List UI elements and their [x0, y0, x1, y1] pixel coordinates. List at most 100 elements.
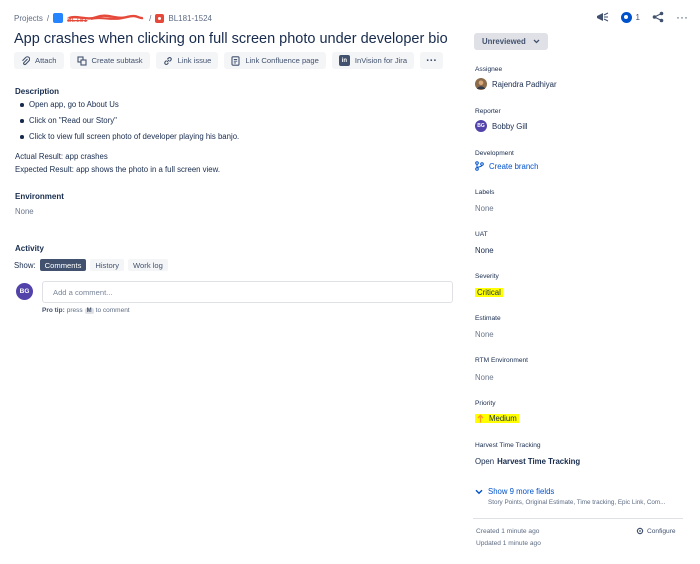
harvest-name: Harvest Time Tracking	[497, 457, 581, 466]
harvest-open-link[interactable]: Open Harvest Time Tracking	[475, 457, 580, 466]
redaction-scribble	[68, 14, 144, 20]
actual-result: Actual Result: app crashes	[15, 152, 108, 161]
assignee-label: Assignee	[475, 66, 503, 73]
assignee-name: Rajendra Padhiyar	[492, 79, 557, 89]
severity-value: Critical	[475, 288, 503, 297]
feedback-megaphone-icon[interactable]	[596, 11, 609, 23]
configure-label: Configure	[647, 527, 676, 535]
invision-button[interactable]: in InVision for Jira	[331, 52, 415, 69]
activity-heading: Activity	[15, 244, 44, 253]
status-label: Unreviewed	[482, 37, 526, 46]
priority-highlight: Medium	[475, 414, 519, 423]
tab-history[interactable]: History	[90, 259, 125, 271]
comment-placeholder: Add a comment...	[53, 287, 113, 297]
create-subtask-label: Create subtask	[91, 56, 143, 65]
uat-label: UAT	[475, 231, 488, 238]
reporter-field[interactable]: BG Bobby Gill	[475, 120, 528, 132]
watch-count: 1	[635, 12, 640, 22]
arrow-up-icon	[477, 414, 484, 423]
list-item: Open app, go to About Us	[15, 97, 239, 113]
bug-icon	[155, 13, 165, 23]
link-confluence-label: Link Confluence page	[245, 56, 319, 65]
severity-label: Severity	[475, 273, 499, 280]
reporter-label: Reporter	[475, 108, 501, 115]
branch-icon	[475, 161, 484, 171]
breadcrumb-issue-key[interactable]: BL181-1524	[168, 14, 212, 23]
link-icon	[163, 56, 172, 65]
chevron-down-icon	[533, 39, 540, 44]
environment-value[interactable]: None	[15, 207, 34, 216]
eye-icon	[620, 11, 632, 23]
pro-tip-suffix: to comment	[95, 307, 130, 314]
issue-toolbar: Attach Create subtask Link issue Link Co…	[14, 52, 444, 69]
breadcrumb-projects[interactable]: Projects	[14, 14, 43, 23]
avatar: BG	[475, 120, 487, 132]
share-icon[interactable]	[652, 11, 664, 23]
assignee-field[interactable]: Rajendra Padhiyar	[475, 78, 557, 90]
pro-tip: Pro tip: press M to comment	[42, 307, 130, 314]
attach-button[interactable]: Attach	[14, 52, 64, 69]
show-more-fields-label: Show 9 more fields	[488, 487, 555, 496]
environment-heading: Environment	[15, 192, 64, 201]
link-confluence-button[interactable]: Link Confluence page	[224, 52, 326, 69]
reporter-name: Bobby Gill	[492, 121, 528, 131]
rtm-environment-label: RTM Environment	[475, 357, 529, 364]
redacted-project-name[interactable]: BL181	[67, 14, 145, 24]
more-actions-icon[interactable]: ···	[676, 11, 688, 23]
pro-tip-prefix: Pro tip:	[42, 307, 65, 314]
harvest-label: Harvest Time Tracking	[475, 442, 541, 449]
list-item: Click on "Read our Story"	[15, 113, 239, 129]
labels-value[interactable]: None	[475, 204, 494, 213]
description-heading: Description	[15, 87, 60, 96]
uat-value[interactable]: None	[475, 246, 494, 255]
breadcrumb-separator: /	[46, 13, 50, 23]
attach-label: Attach	[35, 56, 57, 65]
estimate-label: Estimate	[475, 315, 501, 322]
status-dropdown[interactable]: Unreviewed	[474, 33, 548, 50]
issue-title[interactable]: App crashes when clicking on full screen…	[14, 31, 448, 47]
configure-button[interactable]: Configure	[636, 527, 676, 535]
tab-work-log[interactable]: Work log	[128, 259, 168, 271]
sidebar-divider	[473, 518, 683, 519]
avatar: BG	[16, 283, 33, 300]
expected-result: Expected Result: app shows the photo in …	[15, 165, 221, 174]
link-issue-label: Link issue	[177, 56, 212, 65]
priority-field[interactable]: Medium	[475, 414, 519, 423]
create-branch-link[interactable]: Create branch	[475, 161, 538, 171]
rtm-environment-value[interactable]: None	[475, 373, 494, 382]
page-icon	[231, 55, 240, 66]
assignee-avatar	[475, 78, 487, 90]
updated-timestamp: Updated 1 minute ago	[476, 540, 541, 547]
labels-label: Labels	[475, 189, 495, 196]
issue-header-actions: 1 ···	[596, 9, 688, 25]
breadcrumb-separator: /	[149, 13, 152, 23]
create-branch-label: Create branch	[489, 161, 539, 171]
comment-input[interactable]: Add a comment...	[42, 281, 453, 303]
priority-label: Priority	[475, 400, 496, 407]
show-more-fields-button[interactable]: Show 9 more fields	[475, 487, 554, 496]
keyboard-shortcut: M	[84, 307, 94, 314]
toolbar-more-button[interactable]: ···	[420, 52, 444, 69]
severity-field[interactable]: Critical	[475, 288, 503, 297]
gear-icon	[636, 527, 644, 535]
created-timestamp: Created 1 minute ago	[476, 528, 540, 535]
ellipsis-icon: ···	[426, 54, 438, 67]
subtask-icon	[76, 55, 87, 66]
paperclip-icon	[22, 55, 30, 65]
priority-value: Medium	[489, 414, 517, 423]
estimate-value[interactable]: None	[475, 330, 494, 339]
more-fields-summary: Story Points, Original Estimate, Time tr…	[488, 499, 666, 506]
link-issue-button[interactable]: Link issue	[155, 52, 219, 69]
harvest-prefix: Open	[475, 457, 495, 466]
show-label: Show:	[14, 260, 36, 270]
tab-comments[interactable]: Comments	[39, 259, 87, 271]
chevron-down-icon	[475, 489, 483, 494]
watch-button[interactable]: 1	[620, 11, 640, 23]
breadcrumb: Projects / BL181 / BL181-1524	[14, 11, 212, 25]
create-subtask-button[interactable]: Create subtask	[69, 52, 150, 69]
description-steps[interactable]: Open app, go to About Us Click on "Read …	[15, 97, 239, 145]
project-icon	[53, 13, 64, 23]
list-item: Click to view full screen photo of devel…	[15, 129, 239, 145]
activity-filter: Show: Comments History Work log	[14, 259, 168, 271]
invision-icon: in	[338, 55, 350, 66]
